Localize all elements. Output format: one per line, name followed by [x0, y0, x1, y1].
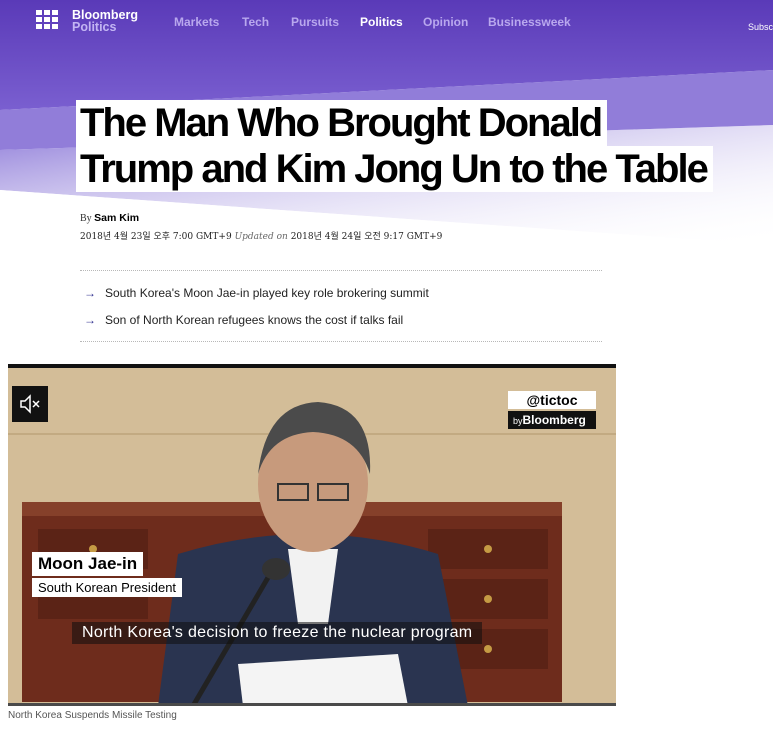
speaker-title: South Korean President [32, 578, 183, 597]
article-summary: → South Korea's Moon Jae-in played key ro… [80, 270, 602, 342]
summary-item: → Son of North Korean refugees knows the … [84, 313, 403, 327]
top-navigation: Bloomberg Politics Markets Tech Pursuits… [0, 0, 773, 46]
mute-toggle-button[interactable] [12, 386, 48, 422]
headline-line-2: Trump and Kim Jong Un to the Table [76, 146, 713, 192]
video-subtitle: North Korea's decision to freeze the nuc… [72, 622, 483, 644]
logo-section: Politics [72, 20, 117, 34]
brand-name: Bloomberg [522, 413, 586, 427]
bloomberg-politics-logo[interactable]: Bloomberg Politics [72, 9, 138, 34]
updated-date: 2018년 4월 24일 오전 9:17 GMT+9 [290, 232, 443, 242]
tictoc-by-bloomberg: byBloomberg [508, 411, 596, 429]
byline-prefix: By [80, 213, 92, 224]
summary-text: South Korea's Moon Jae-in played key rol… [105, 286, 429, 300]
video-progress-bar[interactable] [8, 703, 616, 706]
brand-by: by [513, 416, 523, 426]
summary-item: → South Korea's Moon Jae-in played key ro… [84, 286, 429, 300]
nav-tech[interactable]: Tech [242, 15, 269, 29]
author-link[interactable]: Sam Kim [94, 212, 139, 224]
byline: By Sam Kim [80, 212, 139, 224]
nav-businessweek[interactable]: Businessweek [488, 15, 571, 29]
dateline: 2018년 4월 23일 오후 7:00 GMT+9 Updated on 20… [80, 229, 442, 242]
speaker-lower-third: Moon Jae-in South Korean President [32, 552, 183, 597]
article-headline: The Man Who Brought Donald Trump and Kim… [76, 100, 713, 192]
nav-pursuits[interactable]: Pursuits [291, 15, 339, 29]
video-player[interactable]: @tictoc byBloomberg Moon Jae-in South Ko… [8, 364, 616, 706]
arrow-right-icon: → [84, 286, 96, 300]
speaker-name: Moon Jae-in [32, 552, 144, 576]
nav-politics[interactable]: Politics [360, 15, 403, 29]
app-grid-icon[interactable] [36, 10, 58, 30]
updated-label: Updated on [234, 232, 288, 242]
speaker-muted-icon [20, 394, 40, 414]
headline-line-1: The Man Who Brought Donald [76, 100, 608, 146]
tictoc-handle: @tictoc [508, 391, 596, 409]
arrow-right-icon: → [84, 313, 96, 327]
nav-opinion[interactable]: Opinion [423, 15, 468, 29]
tictoc-brand-badge: @tictoc byBloomberg [508, 391, 596, 429]
subscribe-link[interactable]: Subscr [748, 22, 773, 32]
nav-markets[interactable]: Markets [174, 15, 219, 29]
summary-text: Son of North Korean refugees knows the c… [105, 313, 404, 327]
published-date: 2018년 4월 23일 오후 7:00 GMT+9 [80, 232, 232, 242]
video-title[interactable]: North Korea Suspends Missile Testing [8, 710, 177, 721]
